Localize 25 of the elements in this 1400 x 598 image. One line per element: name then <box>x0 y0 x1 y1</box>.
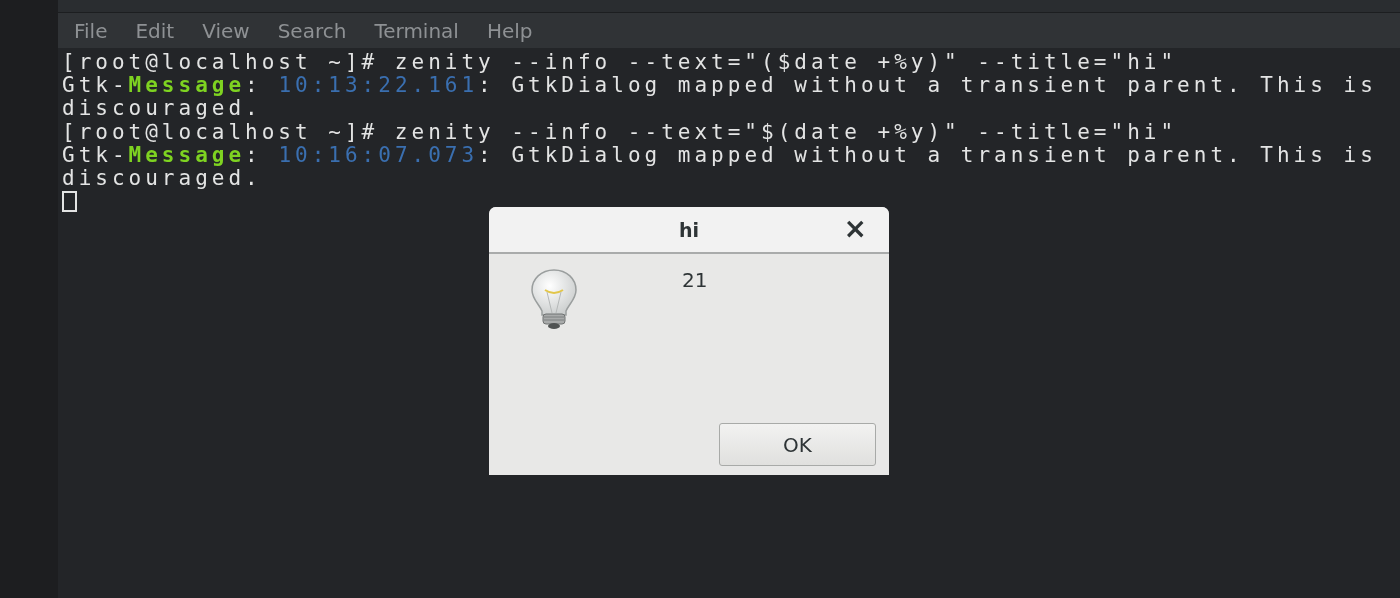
dialog-title: hi <box>678 218 699 241</box>
menu-item[interactable]: View <box>202 18 262 43</box>
terminal-text: [root@localhost ~]# zenity --info --text="($date +%y)" --title="hi" <box>62 50 1178 74</box>
message-keyword: Message <box>128 73 246 98</box>
timestamp: 10:16:07.073 <box>278 142 479 167</box>
terminal-text: discouraged. <box>62 165 262 190</box>
terminal-text: : GtkDialog mapped without a transient parent. This is <box>478 73 1377 98</box>
message-keyword: Message <box>128 142 246 167</box>
menu-item[interactable]: Search <box>277 18 359 43</box>
ok-button[interactable]: OK <box>719 423 876 466</box>
close-button[interactable]: × <box>843 215 867 243</box>
menu-item[interactable]: Help <box>486 18 545 43</box>
menu-item[interactable]: Edit <box>135 18 187 43</box>
terminal-text: [root@localhost ~]# zenity --info --text="$(date +%y)" --title="hi" <box>62 119 1178 144</box>
terminal-text: Gtk- <box>62 73 129 98</box>
dialog-message: 21 <box>682 268 708 292</box>
terminal-text: : <box>245 142 263 167</box>
terminal-text: : GtkDialog mapped without a transient parent. This is <box>478 142 1377 167</box>
terminal-text: Gtk- <box>62 142 129 167</box>
menu-item[interactable]: Terminal <box>374 18 471 43</box>
lightbulb-icon <box>529 268 579 330</box>
terminal-text: discouraged. <box>62 96 262 121</box>
timestamp: 10:13:22.161 <box>278 73 479 98</box>
terminal-text: : <box>245 73 263 98</box>
menu-item[interactable]: File <box>74 18 120 43</box>
